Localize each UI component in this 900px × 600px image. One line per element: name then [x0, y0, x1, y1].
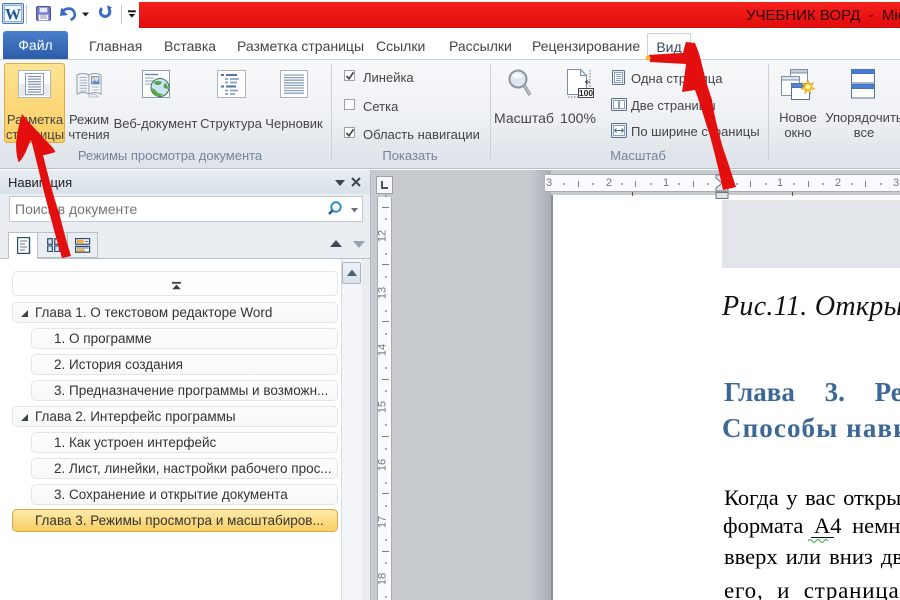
svg-text:W: W	[5, 7, 21, 24]
svg-text:100: 100	[579, 88, 593, 98]
